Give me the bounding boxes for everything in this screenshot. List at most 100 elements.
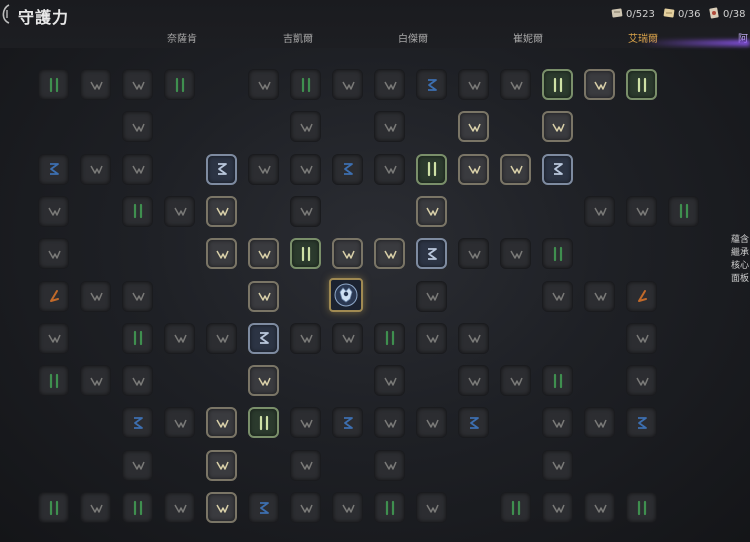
rune-node[interactable]	[164, 492, 195, 523]
rune-node[interactable]	[332, 69, 363, 100]
rune-node[interactable]	[122, 153, 153, 185]
rune-node[interactable]	[206, 322, 237, 354]
rune-node[interactable]	[206, 153, 237, 185]
rune-node[interactable]	[290, 492, 321, 523]
rune-node[interactable]	[416, 322, 447, 354]
rune-node[interactable]	[122, 365, 153, 397]
rune-node[interactable]	[206, 195, 237, 227]
rune-node[interactable]	[374, 153, 405, 185]
rune-node[interactable]	[290, 407, 321, 439]
rune-node[interactable]	[248, 365, 279, 397]
rune-node[interactable]	[248, 322, 279, 354]
rune-node[interactable]	[374, 322, 405, 354]
rune-node[interactable]	[80, 69, 111, 100]
rune-node[interactable]	[332, 407, 363, 439]
rune-node[interactable]	[500, 492, 531, 523]
rune-node[interactable]	[248, 407, 279, 439]
rune-node[interactable]	[500, 153, 531, 185]
rune-node[interactable]	[668, 195, 699, 227]
rune-node[interactable]	[290, 195, 321, 227]
rune-node[interactable]	[38, 153, 69, 185]
rune-node[interactable]	[38, 69, 69, 100]
rune-node[interactable]	[542, 111, 573, 143]
rune-node[interactable]	[80, 153, 111, 185]
rune-node[interactable]	[122, 407, 153, 439]
rune-node[interactable]	[248, 492, 279, 523]
rune-node[interactable]	[122, 111, 153, 143]
rune-node[interactable]	[458, 407, 489, 439]
rune-node[interactable]	[626, 322, 657, 354]
rune-node[interactable]	[122, 69, 153, 100]
rune-node[interactable]	[206, 407, 237, 439]
rune-node[interactable]	[248, 238, 279, 270]
rune-node[interactable]	[164, 322, 195, 354]
rune-node[interactable]	[38, 195, 69, 227]
rune-node[interactable]	[374, 69, 405, 100]
rune-node[interactable]	[458, 69, 489, 100]
rune-node[interactable]	[374, 407, 405, 439]
rune-node[interactable]	[248, 280, 279, 312]
rune-node[interactable]	[416, 407, 447, 439]
rune-node[interactable]	[80, 365, 111, 397]
rune-node[interactable]	[584, 195, 615, 227]
rune-node[interactable]	[416, 492, 447, 523]
rune-node[interactable]	[206, 492, 237, 523]
rune-node[interactable]	[122, 449, 153, 481]
rune-node[interactable]	[416, 280, 447, 312]
rune-node[interactable]	[416, 69, 447, 100]
rune-node[interactable]	[626, 492, 657, 523]
rune-node[interactable]	[332, 322, 363, 354]
rune-node[interactable]	[206, 449, 237, 481]
rune-node[interactable]	[248, 153, 279, 185]
rune-node[interactable]	[122, 322, 153, 354]
rune-node[interactable]	[500, 238, 531, 270]
rune-node[interactable]	[38, 492, 69, 523]
rune-node[interactable]	[584, 69, 615, 100]
rune-node[interactable]	[458, 153, 489, 185]
rune-node[interactable]	[332, 492, 363, 523]
rune-node[interactable]	[290, 153, 321, 185]
rune-node[interactable]	[626, 365, 657, 397]
rune-node[interactable]	[458, 365, 489, 397]
rune-node[interactable]	[584, 280, 615, 312]
rune-node[interactable]	[374, 449, 405, 481]
rune-node[interactable]	[458, 238, 489, 270]
rune-node[interactable]	[626, 280, 657, 312]
rune-node[interactable]	[374, 492, 405, 523]
center-crest-node[interactable]	[329, 278, 363, 312]
rune-node[interactable]	[290, 449, 321, 481]
rune-node[interactable]	[542, 492, 573, 523]
rune-node[interactable]	[458, 111, 489, 143]
rune-node[interactable]	[542, 449, 573, 481]
rune-node[interactable]	[38, 238, 69, 270]
rune-node[interactable]	[542, 280, 573, 312]
rune-node[interactable]	[164, 195, 195, 227]
rune-node[interactable]	[542, 238, 573, 270]
rune-node[interactable]	[542, 365, 573, 397]
rune-node[interactable]	[38, 322, 69, 354]
rune-node[interactable]	[542, 153, 573, 185]
rune-node[interactable]	[122, 492, 153, 523]
rune-node[interactable]	[458, 322, 489, 354]
rune-node[interactable]	[290, 238, 321, 270]
rune-node[interactable]	[80, 492, 111, 523]
rune-node[interactable]	[248, 69, 279, 100]
rune-node[interactable]	[416, 153, 447, 185]
rune-node[interactable]	[38, 365, 69, 397]
rune-node[interactable]	[584, 407, 615, 439]
rune-node[interactable]	[374, 111, 405, 143]
rune-node[interactable]	[626, 195, 657, 227]
rune-node[interactable]	[332, 153, 363, 185]
rune-node[interactable]	[164, 69, 195, 100]
rune-node[interactable]	[122, 280, 153, 312]
rune-node[interactable]	[374, 365, 405, 397]
rune-node[interactable]	[416, 238, 447, 270]
rune-node[interactable]	[290, 69, 321, 100]
rune-node[interactable]	[542, 69, 573, 100]
rune-node[interactable]	[164, 407, 195, 439]
rune-node[interactable]	[374, 238, 405, 270]
rune-node[interactable]	[500, 365, 531, 397]
rune-node[interactable]	[332, 238, 363, 270]
rune-node[interactable]	[38, 280, 69, 312]
rune-node[interactable]	[122, 195, 153, 227]
